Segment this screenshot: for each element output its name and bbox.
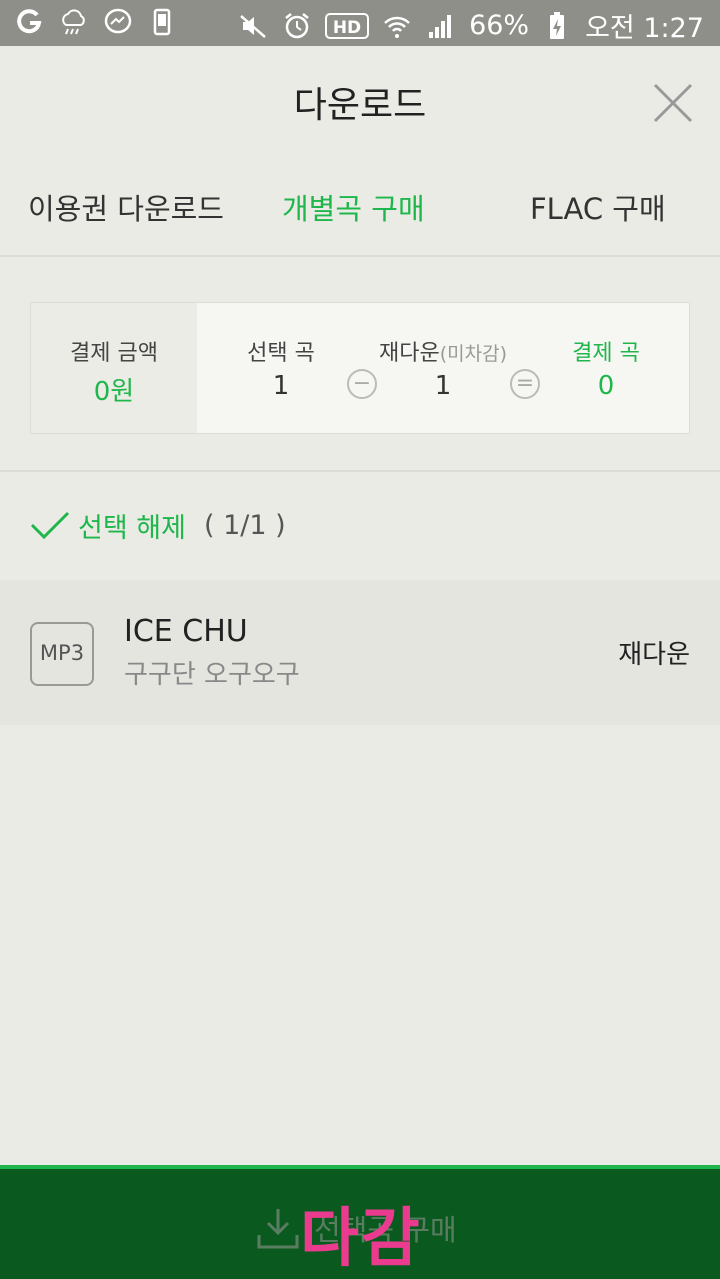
pay-songs-label: 결제 곡 [572, 341, 640, 366]
divider [0, 255, 720, 257]
payment-amount-label: 결제 금액 [70, 341, 158, 366]
song-artist: 구구단 오구오구 [124, 660, 300, 690]
selected-songs-value: 1 [272, 371, 290, 401]
battery-charging-icon [541, 10, 573, 42]
redownload-label-text: 재다운 [379, 341, 440, 366]
selected-songs-label: 선택 곡 [247, 341, 315, 366]
payment-amount-value: 0원 [93, 377, 135, 407]
equals-icon: = [510, 369, 540, 399]
sold-out-overlay: 다감 [300, 1202, 422, 1276]
tab-subscription-download[interactable]: 이용권 다운로드 [28, 186, 224, 228]
download-icon [257, 1209, 299, 1249]
list-item[interactable]: MP3 ICE CHU 구구단 오구오구 재다운 [0, 580, 720, 725]
cloud-rain-icon [58, 6, 90, 38]
payment-amount-cell: 결제 금액 0원 [31, 303, 197, 433]
page-title: 다운로드 [293, 85, 427, 126]
song-title: ICE CHU [124, 614, 248, 649]
alarm-icon [281, 10, 313, 42]
svg-text:HD: HD [333, 18, 361, 38]
check-icon [30, 511, 70, 540]
g-app-icon [14, 6, 46, 38]
purchase-selected-button[interactable]: 선택곡 구매 다감 [0, 1165, 720, 1279]
signal-icon [425, 10, 457, 42]
wifi-icon [381, 10, 413, 42]
hd-icon: HD [325, 10, 370, 42]
redownload-label: 재다운(미차감) [373, 335, 513, 367]
close-icon [653, 83, 693, 123]
clock: 오전 1:27 [585, 13, 704, 44]
messenger-icon [102, 6, 134, 38]
minus-icon: − [347, 369, 377, 399]
tab-bar: 이용권 다운로드 개별곡 구매 FLAC 구매 [0, 176, 720, 236]
divider [0, 470, 720, 472]
redownload-value: 1 [434, 371, 452, 401]
deselect-all-toggle[interactable]: 선택 해제 ( 1/1 ) [30, 505, 286, 545]
selection-count: ( 1/1 ) [203, 509, 286, 541]
close-button[interactable] [650, 80, 696, 126]
deselect-label: 선택 해제 [78, 512, 186, 544]
tab-flac-purchase[interactable]: FLAC 구매 [530, 186, 666, 228]
pay-songs-value: 0 [597, 371, 615, 401]
header: 다운로드 [0, 46, 720, 156]
battery-percent: 66% [469, 10, 530, 41]
format-badge: MP3 [30, 622, 94, 686]
mute-icon [237, 10, 269, 42]
redownload-note: (미차감) [439, 343, 507, 365]
status-bar: HD 66% 오전 1:27 [0, 0, 720, 46]
tab-individual-purchase[interactable]: 개별곡 구매 [282, 186, 425, 228]
payment-summary: 결제 금액 0원 선택 곡 1 − 재다운(미차감) 1 = 결제 곡 0 [30, 302, 690, 434]
song-status: 재다운 [618, 640, 690, 670]
phone-icon [146, 6, 178, 38]
